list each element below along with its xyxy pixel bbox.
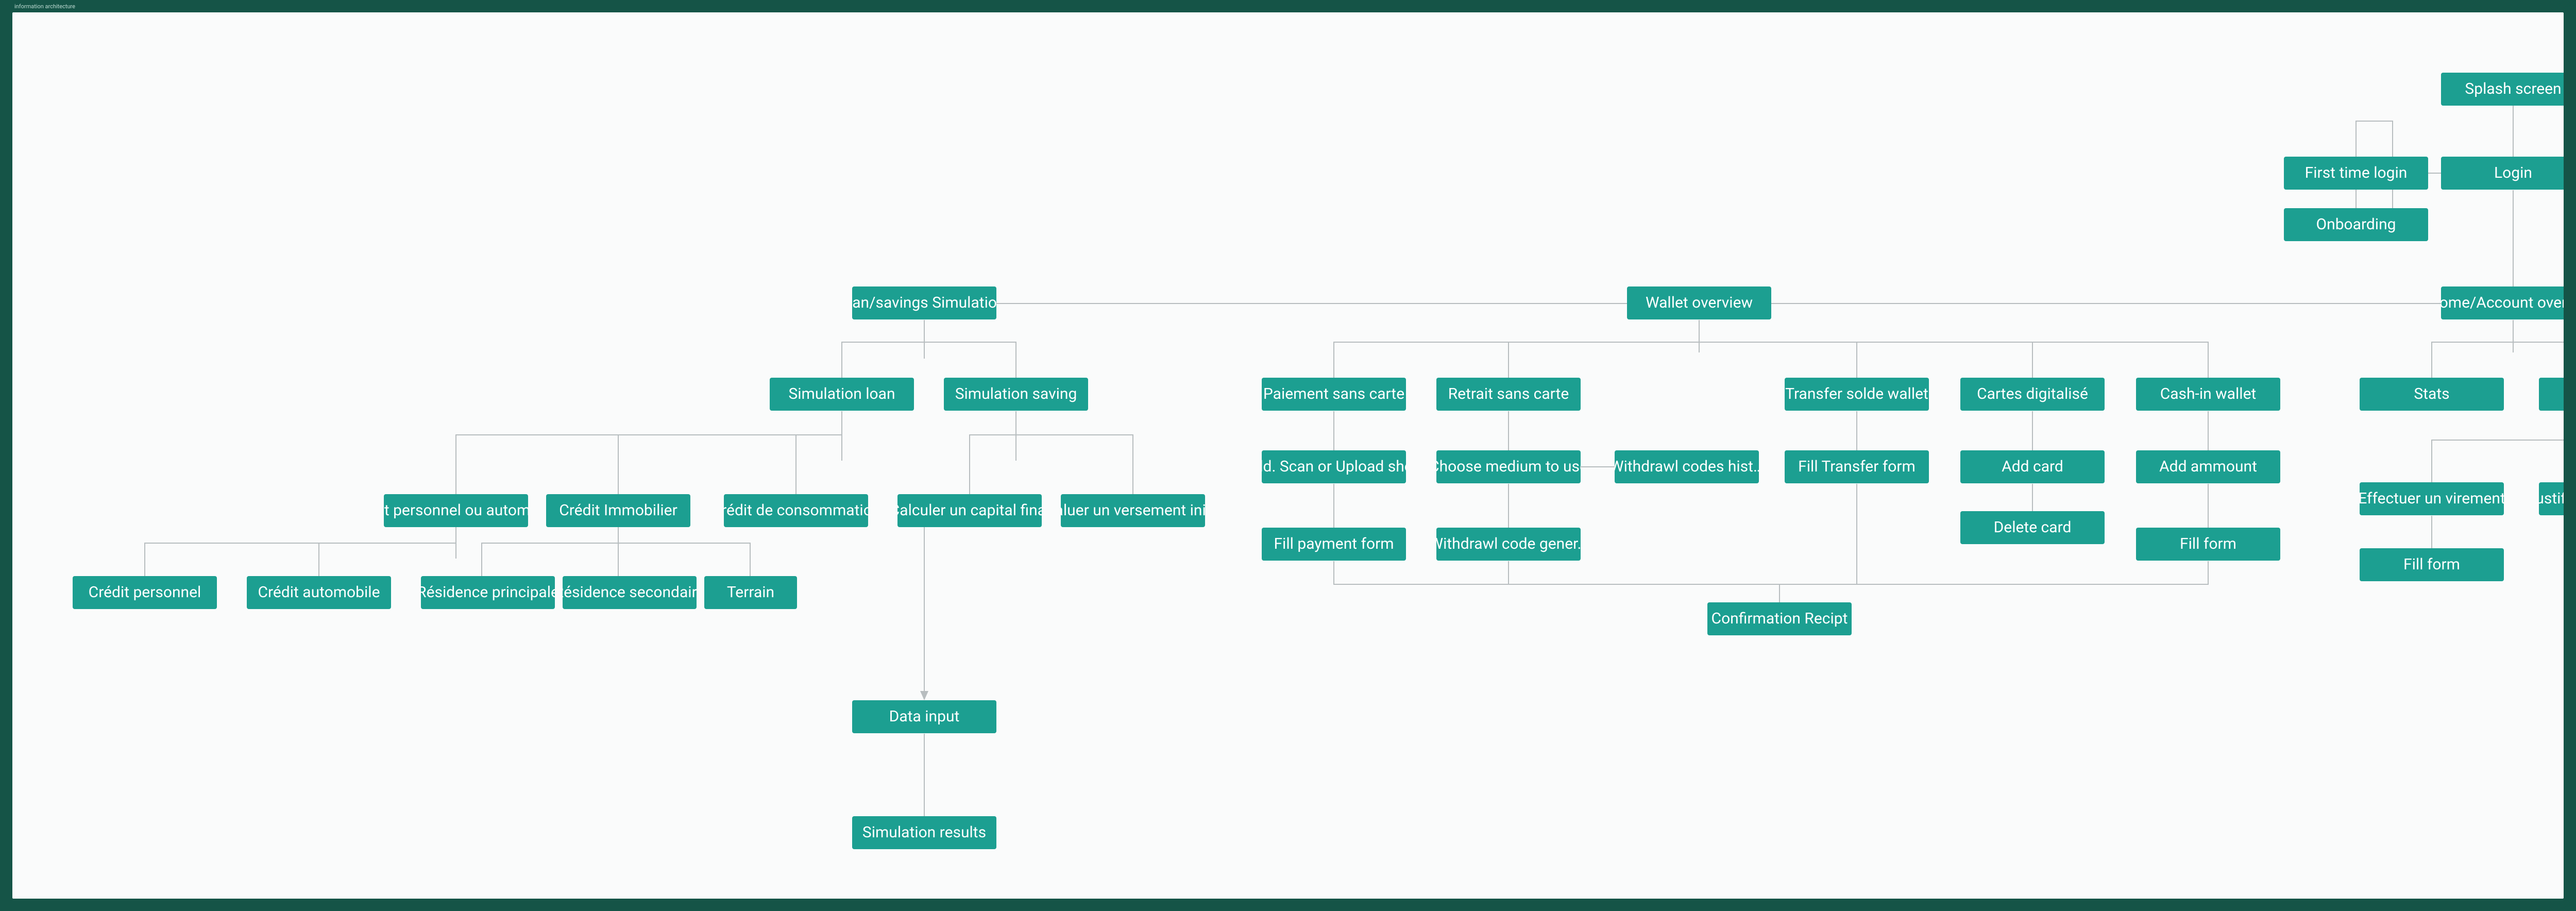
- node-cash-in-wallet[interactable]: Cash-in wallet: [2136, 378, 2280, 411]
- label: Crédit personnel ou automobile: [384, 501, 528, 520]
- node-add-ammount[interactable]: Add ammount: [2136, 450, 2280, 483]
- label: Résidence secondaire: [563, 583, 697, 602]
- label: Retrait sans carte: [1448, 385, 1569, 403]
- label: Evaluer un versement initial: [1061, 501, 1205, 520]
- node-stats[interactable]: Stats: [2360, 378, 2504, 411]
- node-effectuer-virement[interactable]: Effectuer un virement: [2360, 482, 2504, 515]
- label: Simulation saving: [955, 385, 1077, 403]
- label: Cartes digitalisé: [1977, 385, 2088, 403]
- label: Fill form: [2180, 535, 2236, 553]
- node-simulation-saving[interactable]: Simulation saving: [944, 378, 1088, 411]
- node-choose-medium[interactable]: Choose medium to use: [1436, 450, 1581, 483]
- node-add-scan-upload[interactable]: Add. Scan or Upload sho…: [1262, 450, 1406, 483]
- node-cartes-digitalise[interactable]: Cartes digitalisé: [1960, 378, 2105, 411]
- label: Fill payment form: [1274, 535, 1394, 553]
- node-home-account-overview[interactable]: Home/Account overview: [2441, 286, 2564, 319]
- node-splash-screen[interactable]: Splash screen: [2441, 73, 2564, 106]
- label: Wallet overview: [1646, 294, 1753, 312]
- label: First time login: [2305, 164, 2408, 182]
- label: Stats: [2414, 385, 2449, 403]
- node-credit-automobile[interactable]: Crédit automobile: [247, 576, 391, 609]
- label: Paiement sans carte: [1263, 385, 1404, 403]
- label: Crédit automobile: [258, 583, 380, 602]
- node-paiement-sans-carte[interactable]: Paiement sans carte: [1262, 378, 1406, 411]
- label: Add ammount: [2159, 458, 2257, 476]
- label: Transfer solde wallet: [1785, 385, 1928, 403]
- label: Splash screen: [2465, 80, 2561, 98]
- node-credit-personnel-ou-automobile[interactable]: Crédit personnel ou automobile: [384, 494, 528, 527]
- label: Terrain: [727, 583, 774, 602]
- node-residence-principale[interactable]: Résidence principale: [421, 576, 555, 609]
- diagram-canvas: Splash screen Login First time login Onb…: [12, 12, 2564, 887]
- label: Justificatif n° de compte: [2539, 490, 2564, 508]
- node-withdrawl-codes-history[interactable]: Withdrawl codes hist…: [1615, 450, 1759, 483]
- node-data-input[interactable]: Data input: [852, 700, 996, 733]
- label: Effectuer un virement: [2360, 490, 2504, 508]
- label: Simulation loan: [788, 385, 895, 403]
- label: Crédit personnel: [89, 583, 201, 602]
- node-loan-savings-simulations[interactable]: Loan/savings Simulations: [852, 286, 996, 319]
- node-fill-transfer-form[interactable]: Fill Transfer form: [1785, 450, 1929, 483]
- node-credit-immobilier[interactable]: Crédit Immobilier: [546, 494, 690, 527]
- label: Crédit de consommation: [724, 501, 868, 520]
- node-residence-secondaire[interactable]: Résidence secondaire: [563, 576, 697, 609]
- node-confirmation-receipt[interactable]: Confirmation Recipt: [1707, 602, 1852, 635]
- label: Résidence principale: [421, 583, 555, 602]
- label: Fill Transfer form: [1798, 458, 1916, 476]
- node-login[interactable]: Login: [2441, 157, 2564, 190]
- node-transfers[interactable]: Transfers: [2539, 378, 2564, 411]
- node-fill-form-cashin[interactable]: Fill form: [2136, 528, 2280, 561]
- node-fill-form-virement[interactable]: Fill form: [2360, 548, 2504, 581]
- node-retrait-sans-carte[interactable]: Retrait sans carte: [1436, 378, 1581, 411]
- label: Withdrawl codes hist…: [1615, 458, 1759, 476]
- label: Choose medium to use: [1436, 458, 1581, 476]
- label: Calculer un capital final: [897, 501, 1042, 520]
- node-credit-de-consommation[interactable]: Crédit de consommation: [724, 494, 868, 527]
- label: Home/Account overview: [2441, 294, 2564, 312]
- label: Delete card: [1994, 518, 2072, 537]
- label: Onboarding: [2316, 215, 2396, 234]
- node-simulation-loan[interactable]: Simulation loan: [770, 378, 914, 411]
- label: Add. Scan or Upload sho…: [1262, 458, 1406, 476]
- label: Confirmation Recipt: [1711, 610, 1848, 628]
- node-simulation-results[interactable]: Simulation results: [852, 816, 996, 849]
- node-first-time-login[interactable]: First time login: [2284, 157, 2428, 190]
- label: Fill form: [2403, 555, 2460, 574]
- label: Withdrawl code gener…: [1436, 535, 1581, 553]
- node-onboarding[interactable]: Onboarding: [2284, 208, 2428, 241]
- label: Simulation results: [862, 823, 986, 842]
- node-credit-personnel[interactable]: Crédit personnel: [73, 576, 217, 609]
- node-transfer-solde-wallet[interactable]: Transfer solde wallet: [1785, 378, 1929, 411]
- connector-layer: [12, 12, 2564, 887]
- node-withdrawl-code-generate[interactable]: Withdrawl code gener…: [1436, 528, 1581, 561]
- label: Data input: [889, 707, 960, 726]
- node-justificatif-compte[interactable]: Justificatif n° de compte: [2539, 482, 2564, 515]
- label: Add card: [2002, 458, 2063, 476]
- frame-title: information architecture: [14, 3, 75, 10]
- node-evaluer-versement-initial[interactable]: Evaluer un versement initial: [1061, 494, 1205, 527]
- node-wallet-overview[interactable]: Wallet overview: [1627, 286, 1771, 319]
- node-add-card[interactable]: Add card: [1960, 450, 2105, 483]
- label: Login: [2494, 164, 2532, 182]
- label: Crédit Immobilier: [559, 501, 677, 520]
- label: Loan/savings Simulations: [852, 294, 996, 312]
- node-fill-payment-form[interactable]: Fill payment form: [1262, 528, 1406, 561]
- node-delete-card[interactable]: Delete card: [1960, 511, 2105, 544]
- node-terrain[interactable]: Terrain: [704, 576, 797, 609]
- node-calculer-capital-final[interactable]: Calculer un capital final: [897, 494, 1042, 527]
- label: Cash-in wallet: [2160, 385, 2257, 403]
